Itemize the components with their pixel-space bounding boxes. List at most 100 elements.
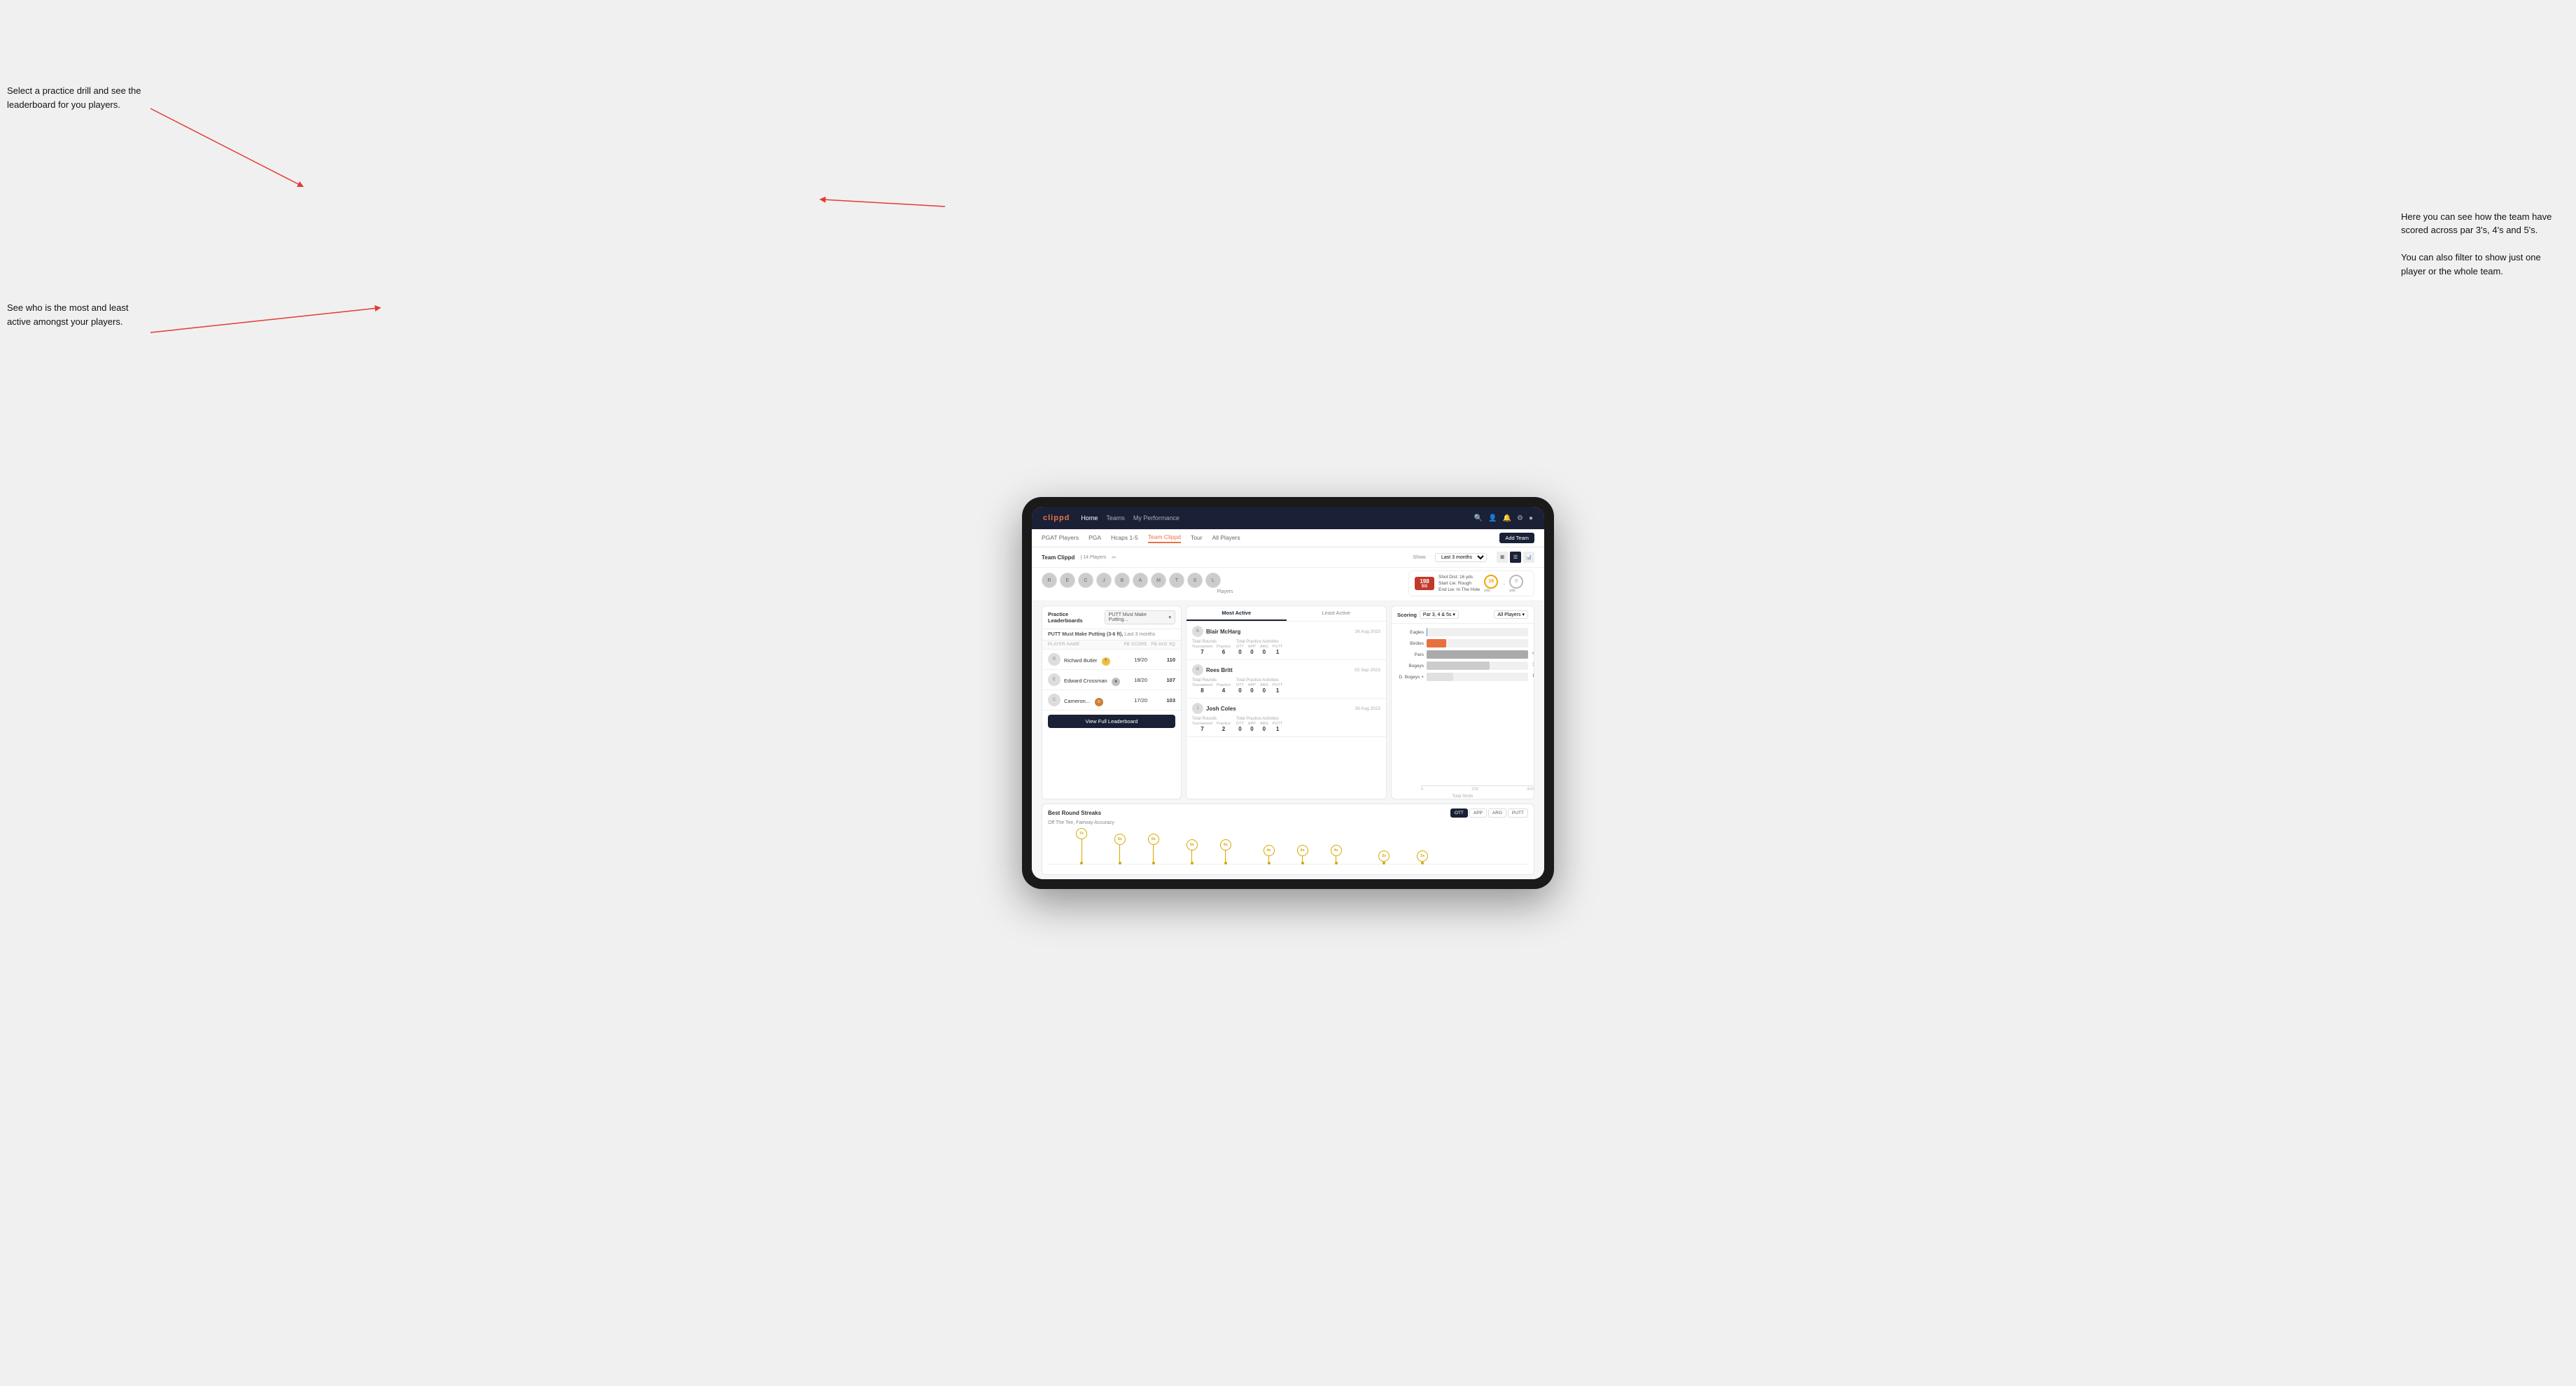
streak-point: 6x	[1114, 834, 1126, 864]
tab-arg[interactable]: ARG	[1488, 808, 1506, 818]
pc-stats-3: Total Rounds Tournament 7 Practice 2	[1192, 717, 1380, 732]
subnav-hcaps[interactable]: Hcaps 1-5	[1111, 534, 1138, 542]
pc-app-3: APP 0	[1248, 722, 1256, 732]
lb-avatar-3: C	[1048, 694, 1060, 706]
pc-ott-1: OTT 0	[1236, 645, 1244, 655]
avatar-9[interactable]: S	[1187, 573, 1203, 588]
edit-icon[interactable]: ✏	[1112, 554, 1116, 561]
tab-ott[interactable]: OTT	[1450, 808, 1468, 818]
pc-stats-2: Total Rounds Tournament 8 Practice 4	[1192, 678, 1380, 694]
avatar-6[interactable]: A	[1133, 573, 1148, 588]
lb-score-3: 17/20	[1123, 697, 1147, 704]
subnav-pgat[interactable]: PGAT Players	[1042, 534, 1079, 542]
lb-row-3[interactable]: C Cameron... ③ 17/20 103	[1042, 690, 1181, 710]
lb-row-2[interactable]: E Edward Crossman ② 18/20 107	[1042, 670, 1181, 690]
avatars-wrapper: R E C J B A M T S L Players	[1042, 573, 1408, 594]
activity-col: Most Active Least Active B Blair McHarg …	[1186, 606, 1387, 799]
streak-dot	[1080, 862, 1083, 864]
nav-teams[interactable]: Teams	[1106, 514, 1125, 522]
nav-my-performance[interactable]: My Performance	[1133, 514, 1180, 522]
streaks-header: Best Round Streaks OTT APP ARG PUTT	[1048, 808, 1528, 818]
show-select[interactable]: Last 3 months Last 6 months This year	[1435, 553, 1487, 562]
chart-axis: 0 200 400	[1421, 786, 1534, 793]
lb-player-name-2: Edward Crossman	[1064, 678, 1107, 684]
subnav-tour[interactable]: Tour	[1191, 534, 1203, 542]
bar-chart: Eagles 3 Birdies 96 Pars 499 Bogeys	[1392, 624, 1534, 784]
activity-tabs: Most Active Least Active	[1186, 606, 1386, 622]
pc-name-2: Rees Britt	[1206, 667, 1354, 673]
avatar-4[interactable]: J	[1096, 573, 1112, 588]
avatar-5[interactable]: B	[1114, 573, 1130, 588]
avatar-1[interactable]: R	[1042, 573, 1057, 588]
streak-bubble: 5x	[1220, 839, 1231, 850]
pc-date-1: 26 Aug 2023	[1354, 629, 1380, 634]
tab-app[interactable]: APP	[1469, 808, 1487, 818]
leaderboard-subtitle: PUTT Must Make Putting (3-6 ft), Last 3 …	[1042, 629, 1181, 640]
lb-th-name: PLAYER NAME	[1048, 643, 1123, 647]
lb-avg-3: 103	[1147, 697, 1175, 704]
bar-row-d.-bogeys-+: D. Bogeys + 131	[1397, 673, 1528, 681]
settings-icon[interactable]: ⚙	[1517, 514, 1523, 522]
subnav-all-players[interactable]: All Players	[1212, 534, 1240, 542]
avatar-10[interactable]: L	[1205, 573, 1221, 588]
navbar: clippd Home Teams My Performance 🔍 👤 🔔 ⚙…	[1032, 507, 1544, 529]
pc-putt-3: PUTT 1	[1273, 722, 1282, 732]
bell-icon[interactable]: 🔔	[1503, 514, 1511, 522]
tab-putt[interactable]: PUTT	[1508, 808, 1528, 818]
streak-bubble: 3x	[1417, 850, 1428, 862]
lb-row-1[interactable]: R Richard Butler 🏅 19/20 110	[1042, 650, 1181, 670]
brand-logo: clippd	[1043, 514, 1070, 522]
streak-dot	[1191, 862, 1194, 864]
shot-circle-1: 16	[1484, 575, 1498, 589]
pc-avatar-3: J	[1192, 703, 1203, 714]
lb-player-info-3: Cameron... ③	[1064, 694, 1123, 706]
streak-point: 4x	[1264, 845, 1275, 864]
add-team-button[interactable]: Add Team	[1499, 533, 1534, 543]
avatar-2[interactable]: E	[1060, 573, 1075, 588]
pc-app-2: APP 0	[1248, 683, 1256, 694]
subnav: PGAT Players PGA Hcaps 1-5 Team Clippd T…	[1032, 529, 1544, 547]
bar-value: 499	[1532, 652, 1534, 656]
list-view-icon[interactable]: ☰	[1510, 552, 1521, 563]
streak-bubble: 7x	[1076, 828, 1087, 839]
pc-header-2: R Rees Britt 02 Sep 2023	[1192, 664, 1380, 676]
streak-dot	[1268, 862, 1270, 864]
subnav-team-clippd[interactable]: Team Clippd	[1148, 533, 1181, 543]
avatar-icon[interactable]: ●	[1529, 514, 1533, 522]
scoring-filter-par[interactable]: Par 3, 4 & 5s ▾	[1420, 610, 1459, 619]
nav-home[interactable]: Home	[1081, 514, 1098, 522]
team-name: Team Clippd	[1042, 554, 1074, 561]
pc-name-1: Blair McHarg	[1206, 629, 1354, 635]
pc-name-3: Josh Coles	[1206, 706, 1354, 712]
lb-avg-2: 107	[1147, 677, 1175, 683]
leaderboard-dropdown[interactable]: PUTT Must Make Putting... ▾	[1105, 610, 1175, 624]
pc-app-1: APP 0	[1248, 645, 1256, 655]
pc-activities-row-2: OTT 0 APP 0 ARG 0	[1236, 683, 1282, 694]
search-icon[interactable]: 🔍	[1474, 514, 1483, 522]
leaderboards-header: Practice Leaderboards PUTT Must Make Put…	[1042, 606, 1181, 629]
avatar-3[interactable]: C	[1078, 573, 1093, 588]
view-full-leaderboard-btn[interactable]: View Full Leaderboard	[1048, 715, 1175, 728]
pc-putt-2: PUTT 1	[1273, 683, 1282, 694]
pc-practice-3: Practice 2	[1217, 722, 1231, 732]
avatar-8[interactable]: T	[1169, 573, 1184, 588]
grid-view-icon[interactable]: ⊞	[1497, 552, 1508, 563]
pc-practice-1: Practice 6	[1217, 645, 1231, 655]
subnav-pga[interactable]: PGA	[1088, 534, 1101, 542]
player-card-1: B Blair McHarg 26 Aug 2023 Total Rounds …	[1186, 622, 1386, 660]
practice-leaderboards-col: Practice Leaderboards PUTT Must Make Put…	[1042, 606, 1182, 799]
person-icon[interactable]: 👤	[1488, 514, 1497, 522]
bar-label: Birdies	[1397, 641, 1424, 646]
tab-most-active[interactable]: Most Active	[1186, 606, 1287, 621]
tab-least-active[interactable]: Least Active	[1287, 606, 1387, 621]
scoring-filter-players[interactable]: All Players ▾	[1494, 610, 1528, 619]
avatar-7[interactable]: M	[1151, 573, 1166, 588]
streaks-tabs: OTT APP ARG PUTT	[1450, 808, 1528, 818]
chart-view-icon[interactable]: 📊	[1523, 552, 1534, 563]
lb-th-score: PB SCORE	[1123, 643, 1147, 647]
pc-header-3: J Josh Coles 26 Aug 2023	[1192, 703, 1380, 714]
shot-circle-2: 0	[1509, 575, 1523, 589]
player-card-2: R Rees Britt 02 Sep 2023 Total Rounds To…	[1186, 660, 1386, 699]
streak-bubble: 6x	[1148, 834, 1159, 845]
pc-avatar-1: B	[1192, 626, 1203, 637]
